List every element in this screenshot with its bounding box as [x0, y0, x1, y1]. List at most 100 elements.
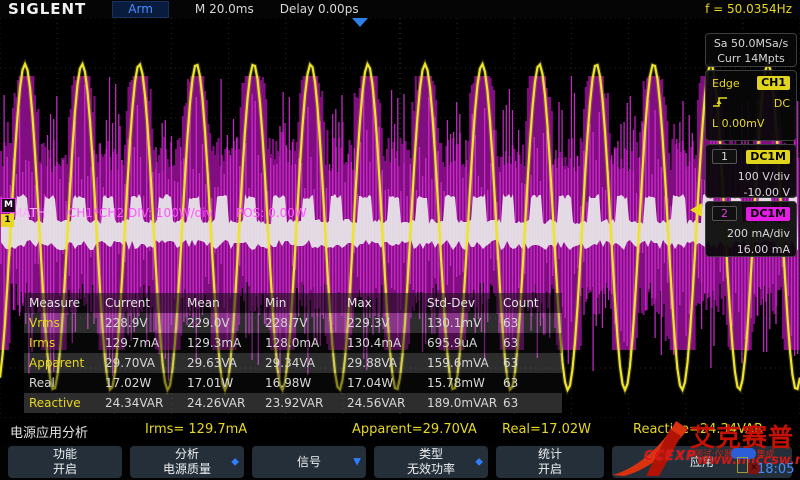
menu-button-label: 类型	[419, 447, 443, 462]
trigger-coupling: DC	[774, 97, 790, 110]
math-label: MATH	[12, 206, 46, 220]
measure-label: Vrms	[29, 313, 105, 333]
measure-value: 128.0mA	[265, 333, 347, 353]
stamp-icon	[737, 457, 748, 473]
menu-button-label: 信号	[297, 455, 321, 470]
frequency-counter: f = 50.0354Hz	[705, 2, 792, 16]
measure-value: 24.56VAR	[347, 393, 427, 413]
math-scale-readout: DIV: 100W/div	[128, 206, 213, 220]
table-row: Reactive24.34VAR24.26VAR23.92VAR24.56VAR…	[24, 393, 562, 413]
top-bar: SIGLENT Arm M 20.0ms Delay 0.00ps f = 50…	[0, 0, 800, 18]
ch2-scale-readout: 200 mA/div	[712, 226, 790, 242]
ch1-position-marker[interactable]: 1	[1, 214, 14, 227]
table-header-cell: Count	[503, 293, 545, 313]
math-position-readout: POS: 0.00W	[236, 206, 307, 220]
table-row: Real17.02W17.01W16.98W17.04W15.78mW63	[24, 373, 562, 393]
sample-rate: Sa 50.0MSa/s	[706, 36, 796, 51]
ch2-coupling-badge[interactable]: DC1M	[746, 207, 790, 221]
menu-button-4[interactable]: 类型无效功率 ◆	[374, 446, 488, 478]
trigger-level-marker[interactable]	[690, 203, 702, 217]
trigger-info-box[interactable]: Edge CH1 DC L 0.00mV	[705, 70, 797, 141]
acquisition-status-badge[interactable]: Arm	[112, 1, 169, 18]
menu-button-2[interactable]: 分析电源质量 ◆	[130, 446, 244, 478]
table-row: Vrms228.9V229.0V228.7V229.3V130.1mV63	[24, 313, 562, 333]
select-diamond-icon: ◆	[231, 455, 239, 470]
measure-value: 29.88VA	[347, 353, 427, 373]
table-row: Apparent29.70VA29.63VA29.34VA29.88VA159.…	[24, 353, 562, 373]
table-header-row: MeasureCurrentMeanMinMaxStd-DevCount	[24, 293, 562, 313]
menu-button-3[interactable]: 信号 ▼	[252, 446, 366, 478]
measure-value: 17.01W	[187, 373, 265, 393]
select-diamond-icon: ◆	[475, 455, 483, 470]
measure-value: 228.9V	[105, 313, 187, 333]
measure-value: 129.7mA	[105, 333, 187, 353]
oscilloscope-screen: SIGLENT Arm M 20.0ms Delay 0.00ps f = 50…	[0, 0, 800, 480]
measure-value: 24.26VAR	[187, 393, 265, 413]
table-header-cell: Current	[105, 293, 187, 313]
menu-button-label: 功能	[53, 447, 77, 462]
measure-label: Reactive	[29, 393, 105, 413]
measure-value: 130.4mA	[347, 333, 427, 353]
table-header-cell: Std-Dev	[427, 293, 503, 313]
status-apparent: Apparent=29.70VA	[352, 422, 477, 437]
measure-value: 29.70VA	[105, 353, 187, 373]
measure-value: 29.34VA	[265, 353, 347, 373]
table-header-cell: Min	[265, 293, 347, 313]
menu-button-1[interactable]: 功能开启	[8, 446, 122, 478]
measure-value: 130.1mV	[427, 313, 503, 333]
measure-value: 129.3mA	[187, 333, 265, 353]
ch1-scale-readout: 100 V/div	[712, 169, 790, 185]
menu-button-value: 开启	[53, 462, 77, 477]
menu-button-5[interactable]: 统计开启	[496, 446, 604, 478]
siglent-logo: SIGLENT	[8, 0, 86, 18]
rising-edge-icon	[712, 95, 728, 112]
measure-label: Real	[29, 373, 105, 393]
measure-value: 17.04W	[347, 373, 427, 393]
measure-value: 229.0V	[187, 313, 265, 333]
math-position-marker[interactable]: M	[1, 198, 16, 213]
menu-button-value: 无效功率	[407, 462, 455, 477]
status-irms: Irms= 129.7mA	[145, 422, 247, 437]
menu-button-value: 电源质量	[163, 462, 211, 477]
math-expression: CH1*CH2	[68, 206, 124, 220]
ch1-coupling-badge[interactable]: DC1M	[746, 150, 790, 164]
measure-value: 63	[503, 393, 545, 413]
measure-value: 16.98W	[265, 373, 347, 393]
menu-button-label: 统计	[538, 447, 562, 462]
ch2-offset-readout: 16.00 mA	[712, 242, 790, 258]
ch2-number[interactable]: 2	[712, 206, 737, 221]
power-analysis-title: 电源应用分析	[10, 422, 88, 441]
timebase-readout[interactable]: M 20.0ms	[195, 2, 254, 16]
measure-value: 63	[503, 373, 545, 393]
menu-button-value: 开启	[538, 462, 562, 477]
measure-value: 15.78mW	[427, 373, 503, 393]
measure-value: 159.6mVA	[427, 353, 503, 373]
table-header-cell: Mean	[187, 293, 265, 313]
acquisition-info-box: Sa 50.0MSa/s Curr 14Mpts	[705, 33, 797, 67]
channel2-info-box[interactable]: 2 DC1M 200 mA/div 16.00 mA	[705, 201, 797, 257]
trigger-source-badge[interactable]: CH1	[757, 76, 790, 90]
table-row: Irms129.7mA129.3mA128.0mA130.4mA695.9uA6…	[24, 333, 562, 353]
measure-value: 29.63VA	[187, 353, 265, 373]
trigger-level-readout: L 0.00mV	[712, 117, 790, 130]
dropdown-arrow-icon: ▼	[353, 455, 361, 470]
measure-value: 63	[503, 353, 545, 373]
clock-readout: 18:05	[757, 462, 794, 477]
measurement-table: MeasureCurrentMeanMinMaxStd-DevCountVrms…	[24, 293, 562, 413]
measure-value: 23.92VAR	[265, 393, 347, 413]
ch1-number[interactable]: 1	[712, 149, 737, 164]
measure-value: 228.7V	[265, 313, 347, 333]
delay-readout[interactable]: Delay 0.00ps	[280, 2, 359, 16]
ccexp-logo-icon	[606, 417, 702, 479]
channel1-info-box[interactable]: 1 DC1M 100 V/div -10.00 V	[705, 144, 797, 198]
table-header-cell: Max	[347, 293, 427, 313]
table-header-cell: Measure	[29, 293, 105, 313]
trigger-position-marker[interactable]	[352, 18, 368, 27]
trigger-type: Edge	[712, 77, 740, 90]
measure-value: 24.34VAR	[105, 393, 187, 413]
measure-label: Irms	[29, 333, 105, 353]
ch1-offset-readout: -10.00 V	[712, 185, 790, 201]
watermark-brand: CCEXP	[644, 449, 697, 464]
measure-value: 189.0mVAR	[427, 393, 503, 413]
menu-button-label: 分析	[175, 447, 199, 462]
